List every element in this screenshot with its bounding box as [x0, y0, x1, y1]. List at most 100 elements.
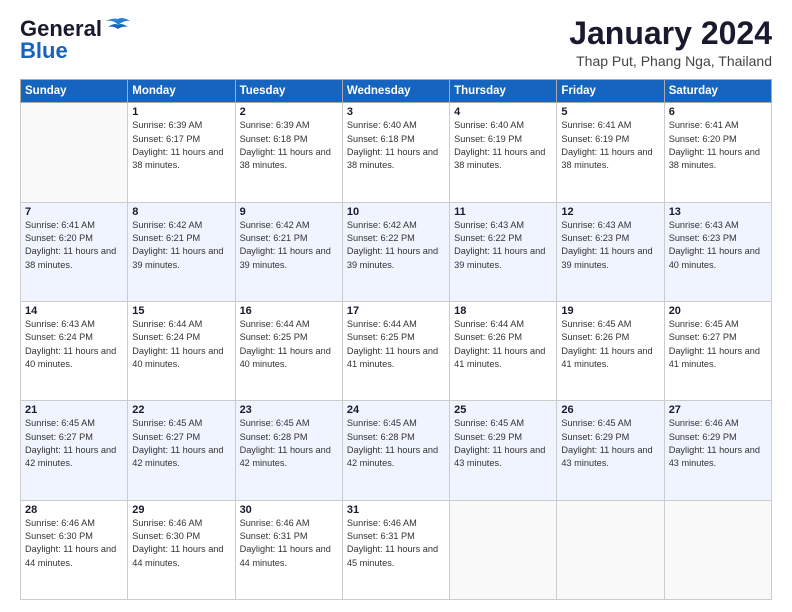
day-info: Sunrise: 6:45 AMSunset: 6:28 PMDaylight:…: [240, 417, 338, 470]
logo-name: General Blue: [20, 16, 132, 64]
logo-blue: Blue: [20, 38, 132, 64]
calendar-week-row: 1Sunrise: 6:39 AMSunset: 6:17 PMDaylight…: [21, 103, 772, 202]
table-row: [21, 103, 128, 202]
day-number: 23: [240, 404, 338, 416]
col-tuesday: Tuesday: [235, 80, 342, 103]
table-row: [664, 500, 771, 599]
day-info: Sunrise: 6:44 AMSunset: 6:25 PMDaylight:…: [347, 318, 445, 371]
day-info: Sunrise: 6:39 AMSunset: 6:18 PMDaylight:…: [240, 119, 338, 172]
table-row: [450, 500, 557, 599]
day-info: Sunrise: 6:45 AMSunset: 6:29 PMDaylight:…: [561, 417, 659, 470]
table-row: 30Sunrise: 6:46 AMSunset: 6:31 PMDayligh…: [235, 500, 342, 599]
day-number: 5: [561, 106, 659, 118]
table-row: 11Sunrise: 6:43 AMSunset: 6:22 PMDayligh…: [450, 202, 557, 301]
day-info: Sunrise: 6:45 AMSunset: 6:28 PMDaylight:…: [347, 417, 445, 470]
col-monday: Monday: [128, 80, 235, 103]
table-row: 28Sunrise: 6:46 AMSunset: 6:30 PMDayligh…: [21, 500, 128, 599]
day-info: Sunrise: 6:43 AMSunset: 6:23 PMDaylight:…: [669, 219, 767, 272]
day-number: 7: [25, 206, 123, 218]
day-number: 11: [454, 206, 552, 218]
day-number: 2: [240, 106, 338, 118]
day-info: Sunrise: 6:46 AMSunset: 6:31 PMDaylight:…: [240, 517, 338, 570]
table-row: 6Sunrise: 6:41 AMSunset: 6:20 PMDaylight…: [664, 103, 771, 202]
day-number: 19: [561, 305, 659, 317]
calendar-header-row: Sunday Monday Tuesday Wednesday Thursday…: [21, 80, 772, 103]
day-info: Sunrise: 6:45 AMSunset: 6:27 PMDaylight:…: [132, 417, 230, 470]
table-row: 3Sunrise: 6:40 AMSunset: 6:18 PMDaylight…: [342, 103, 449, 202]
day-info: Sunrise: 6:45 AMSunset: 6:26 PMDaylight:…: [561, 318, 659, 371]
col-wednesday: Wednesday: [342, 80, 449, 103]
calendar-week-row: 21Sunrise: 6:45 AMSunset: 6:27 PMDayligh…: [21, 401, 772, 500]
table-row: 22Sunrise: 6:45 AMSunset: 6:27 PMDayligh…: [128, 401, 235, 500]
location: Thap Put, Phang Nga, Thailand: [569, 53, 772, 69]
logo: General Blue: [20, 16, 132, 64]
day-info: Sunrise: 6:44 AMSunset: 6:25 PMDaylight:…: [240, 318, 338, 371]
table-row: 5Sunrise: 6:41 AMSunset: 6:19 PMDaylight…: [557, 103, 664, 202]
calendar-week-row: 7Sunrise: 6:41 AMSunset: 6:20 PMDaylight…: [21, 202, 772, 301]
day-number: 26: [561, 404, 659, 416]
table-row: [557, 500, 664, 599]
table-row: 17Sunrise: 6:44 AMSunset: 6:25 PMDayligh…: [342, 301, 449, 400]
day-info: Sunrise: 6:41 AMSunset: 6:19 PMDaylight:…: [561, 119, 659, 172]
day-number: 1: [132, 106, 230, 118]
day-number: 25: [454, 404, 552, 416]
day-info: Sunrise: 6:40 AMSunset: 6:19 PMDaylight:…: [454, 119, 552, 172]
col-friday: Friday: [557, 80, 664, 103]
table-row: 9Sunrise: 6:42 AMSunset: 6:21 PMDaylight…: [235, 202, 342, 301]
col-sunday: Sunday: [21, 80, 128, 103]
day-number: 27: [669, 404, 767, 416]
day-number: 24: [347, 404, 445, 416]
day-number: 15: [132, 305, 230, 317]
day-info: Sunrise: 6:41 AMSunset: 6:20 PMDaylight:…: [25, 219, 123, 272]
table-row: 23Sunrise: 6:45 AMSunset: 6:28 PMDayligh…: [235, 401, 342, 500]
day-info: Sunrise: 6:46 AMSunset: 6:30 PMDaylight:…: [132, 517, 230, 570]
table-row: 4Sunrise: 6:40 AMSunset: 6:19 PMDaylight…: [450, 103, 557, 202]
table-row: 24Sunrise: 6:45 AMSunset: 6:28 PMDayligh…: [342, 401, 449, 500]
table-row: 29Sunrise: 6:46 AMSunset: 6:30 PMDayligh…: [128, 500, 235, 599]
day-number: 13: [669, 206, 767, 218]
day-info: Sunrise: 6:45 AMSunset: 6:29 PMDaylight:…: [454, 417, 552, 470]
calendar-week-row: 28Sunrise: 6:46 AMSunset: 6:30 PMDayligh…: [21, 500, 772, 599]
month-title: January 2024: [569, 16, 772, 51]
day-number: 4: [454, 106, 552, 118]
day-number: 30: [240, 504, 338, 516]
day-info: Sunrise: 6:43 AMSunset: 6:23 PMDaylight:…: [561, 219, 659, 272]
day-info: Sunrise: 6:45 AMSunset: 6:27 PMDaylight:…: [25, 417, 123, 470]
day-number: 9: [240, 206, 338, 218]
table-row: 18Sunrise: 6:44 AMSunset: 6:26 PMDayligh…: [450, 301, 557, 400]
table-row: 20Sunrise: 6:45 AMSunset: 6:27 PMDayligh…: [664, 301, 771, 400]
day-info: Sunrise: 6:46 AMSunset: 6:29 PMDaylight:…: [669, 417, 767, 470]
table-row: 27Sunrise: 6:46 AMSunset: 6:29 PMDayligh…: [664, 401, 771, 500]
day-number: 6: [669, 106, 767, 118]
day-info: Sunrise: 6:39 AMSunset: 6:17 PMDaylight:…: [132, 119, 230, 172]
day-info: Sunrise: 6:44 AMSunset: 6:24 PMDaylight:…: [132, 318, 230, 371]
table-row: 2Sunrise: 6:39 AMSunset: 6:18 PMDaylight…: [235, 103, 342, 202]
table-row: 15Sunrise: 6:44 AMSunset: 6:24 PMDayligh…: [128, 301, 235, 400]
day-info: Sunrise: 6:43 AMSunset: 6:24 PMDaylight:…: [25, 318, 123, 371]
table-row: 10Sunrise: 6:42 AMSunset: 6:22 PMDayligh…: [342, 202, 449, 301]
day-number: 21: [25, 404, 123, 416]
page: General Blue January 2024 Thap Put, Phan…: [0, 0, 792, 612]
day-info: Sunrise: 6:45 AMSunset: 6:27 PMDaylight:…: [669, 318, 767, 371]
calendar-week-row: 14Sunrise: 6:43 AMSunset: 6:24 PMDayligh…: [21, 301, 772, 400]
day-number: 22: [132, 404, 230, 416]
table-row: 31Sunrise: 6:46 AMSunset: 6:31 PMDayligh…: [342, 500, 449, 599]
table-row: 26Sunrise: 6:45 AMSunset: 6:29 PMDayligh…: [557, 401, 664, 500]
day-info: Sunrise: 6:41 AMSunset: 6:20 PMDaylight:…: [669, 119, 767, 172]
table-row: 7Sunrise: 6:41 AMSunset: 6:20 PMDaylight…: [21, 202, 128, 301]
table-row: 8Sunrise: 6:42 AMSunset: 6:21 PMDaylight…: [128, 202, 235, 301]
table-row: 19Sunrise: 6:45 AMSunset: 6:26 PMDayligh…: [557, 301, 664, 400]
header-right: January 2024 Thap Put, Phang Nga, Thaila…: [569, 16, 772, 69]
day-info: Sunrise: 6:46 AMSunset: 6:30 PMDaylight:…: [25, 517, 123, 570]
day-number: 17: [347, 305, 445, 317]
day-number: 10: [347, 206, 445, 218]
logo-bird-icon: [104, 17, 132, 37]
col-thursday: Thursday: [450, 80, 557, 103]
header: General Blue January 2024 Thap Put, Phan…: [20, 16, 772, 69]
day-number: 8: [132, 206, 230, 218]
day-info: Sunrise: 6:42 AMSunset: 6:21 PMDaylight:…: [132, 219, 230, 272]
day-number: 16: [240, 305, 338, 317]
calendar: Sunday Monday Tuesday Wednesday Thursday…: [20, 79, 772, 600]
day-info: Sunrise: 6:42 AMSunset: 6:21 PMDaylight:…: [240, 219, 338, 272]
day-number: 29: [132, 504, 230, 516]
